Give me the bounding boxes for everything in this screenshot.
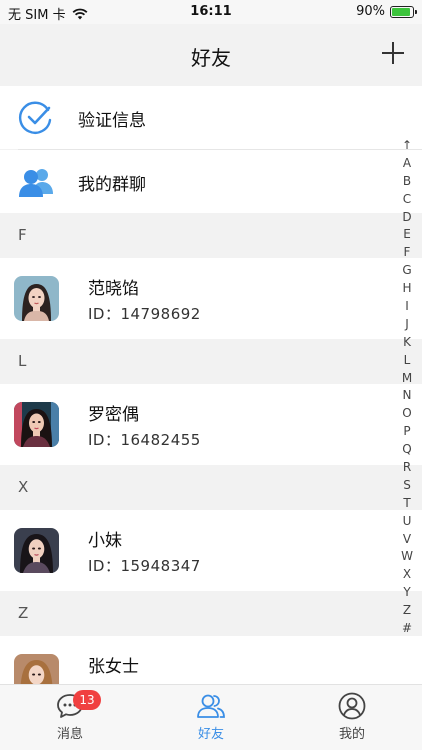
battery-fill xyxy=(392,7,410,16)
index-letter[interactable]: B xyxy=(403,173,411,191)
index-letter[interactable]: J xyxy=(405,316,409,334)
index-letter[interactable]: I xyxy=(405,298,409,316)
index-letter[interactable]: N xyxy=(403,387,412,405)
index-letter[interactable]: F xyxy=(404,244,411,262)
add-friend-button[interactable] xyxy=(378,38,408,68)
section-header-x: X xyxy=(0,465,422,510)
tab-messages[interactable]: 消息 13 xyxy=(30,690,110,742)
index-letter[interactable]: E xyxy=(403,226,411,244)
contact-id: ID：16482455 xyxy=(88,431,201,449)
battery-icon xyxy=(390,5,417,18)
friends-list: 验证信息 我的群聊 F 范晓馅 ID：14798692 L 罗密偶 ID：164… xyxy=(0,86,422,717)
contact-id: ID：14798692 xyxy=(88,305,201,323)
profile-icon xyxy=(338,692,366,720)
index-letter[interactable]: Q xyxy=(402,441,411,459)
index-letter[interactable]: K xyxy=(403,334,411,352)
index-letter[interactable]: D xyxy=(402,209,411,227)
section-header-f: F xyxy=(0,213,422,258)
tab-friends[interactable]: 好友 xyxy=(171,691,251,742)
contact-row[interactable]: 小妹 ID：15948347 xyxy=(0,510,422,591)
battery-cap xyxy=(415,9,417,14)
index-letter[interactable]: # xyxy=(402,620,412,638)
status-bar: 无 SIM 卡 16:11 90% xyxy=(0,0,422,24)
index-letter[interactable]: Z xyxy=(403,602,411,620)
avatar xyxy=(14,528,59,573)
index-letter[interactable]: X xyxy=(403,566,411,584)
contact-id: ID：15948347 xyxy=(88,557,201,575)
check-circle-icon xyxy=(18,101,52,134)
tab-bar: 消息 13 好友 我的 xyxy=(0,684,422,750)
index-letter[interactable]: P xyxy=(403,423,410,441)
index-letter[interactable]: O xyxy=(402,405,411,423)
index-letter[interactable]: V xyxy=(403,531,411,549)
menu-item-label: 我的群聊 xyxy=(78,175,146,195)
avatar xyxy=(14,276,59,321)
tab-me[interactable]: 我的 xyxy=(312,691,392,742)
index-letter[interactable]: H xyxy=(402,280,411,298)
index-letter[interactable]: M xyxy=(402,370,412,388)
index-letter[interactable]: T xyxy=(403,495,410,513)
section-header-z: Z xyxy=(0,591,422,636)
unread-badge: 13 xyxy=(73,690,101,710)
group-icon xyxy=(19,169,53,197)
index-letter[interactable]: R xyxy=(403,459,411,477)
tab-label: 我的 xyxy=(338,727,365,742)
contact-name: 范晓馅 xyxy=(88,279,139,299)
page-title: 好友 xyxy=(191,46,231,70)
friends-icon xyxy=(197,694,225,718)
menu-item-my-groups[interactable]: 我的群聊 xyxy=(0,150,422,213)
contact-name: 张女士 xyxy=(88,657,139,677)
index-letter[interactable]: Y xyxy=(403,584,410,602)
index-letter[interactable]: S xyxy=(403,477,411,495)
menu-item-label: 验证信息 xyxy=(78,111,146,131)
index-letter[interactable]: L xyxy=(404,352,411,370)
index-letter[interactable]: U xyxy=(403,513,412,531)
index-letter[interactable]: ↑ xyxy=(402,137,412,155)
avatar xyxy=(14,402,59,447)
battery-percent: 90% xyxy=(356,4,385,19)
index-letter[interactable]: G xyxy=(402,262,411,280)
contact-row[interactable]: 范晓馅 ID：14798692 xyxy=(0,258,422,339)
menu-item-verification[interactable]: 验证信息 xyxy=(0,86,422,149)
tab-label: 消息 xyxy=(56,727,83,742)
index-letter[interactable]: C xyxy=(403,191,411,209)
section-header-l: L xyxy=(0,339,422,384)
nav-bar: 好友 xyxy=(0,24,422,86)
status-right: 90% xyxy=(356,4,417,19)
contact-name: 罗密偶 xyxy=(88,405,139,425)
contact-row[interactable]: 罗密偶 ID：16482455 xyxy=(0,384,422,465)
tab-label: 好友 xyxy=(197,727,224,742)
contact-name: 小妹 xyxy=(88,531,122,551)
index-letter[interactable]: W xyxy=(401,548,413,566)
alphabet-index[interactable]: ↑ A B C D E F G H I J K L M N O P Q R S T U V W X Y Z # xyxy=(400,137,414,638)
index-letter[interactable]: A xyxy=(403,155,411,173)
